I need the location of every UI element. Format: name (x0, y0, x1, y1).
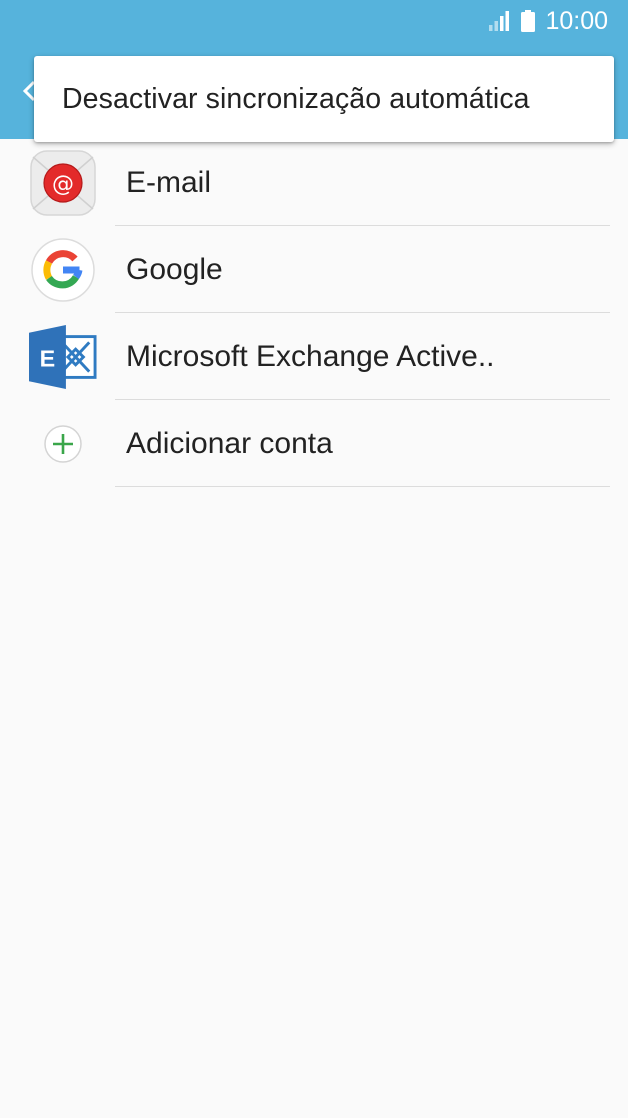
divider (115, 486, 610, 487)
google-icon (29, 236, 97, 304)
status-indicators: 10:00 (489, 7, 608, 35)
account-item-email[interactable]: @ E-mail (0, 139, 628, 226)
account-label-email: E-mail (126, 165, 212, 199)
add-icon (29, 410, 97, 478)
accounts-list: @ E-mail Google E Microsoft Exchange Act… (0, 139, 628, 487)
status-bar: 10:00 (0, 0, 628, 42)
account-item-add[interactable]: Adicionar conta (0, 400, 628, 487)
exchange-icon: E (29, 323, 97, 391)
signal-icon (489, 11, 510, 31)
account-label-add: Adicionar conta (126, 426, 333, 460)
account-item-google[interactable]: Google (0, 226, 628, 313)
svg-text:@: @ (52, 172, 74, 197)
disable-auto-sync-menu-item[interactable]: Desactivar sincronização automática (62, 83, 530, 116)
email-icon: @ (29, 149, 97, 217)
account-label-exchange: Microsoft Exchange Active.. (126, 339, 495, 373)
account-label-google: Google (126, 252, 223, 286)
status-time: 10:00 (545, 7, 608, 35)
svg-text:E: E (40, 345, 56, 371)
popup-menu: Desactivar sincronização automática (34, 56, 614, 142)
account-item-exchange[interactable]: E Microsoft Exchange Active.. (0, 313, 628, 400)
battery-icon (521, 10, 536, 32)
